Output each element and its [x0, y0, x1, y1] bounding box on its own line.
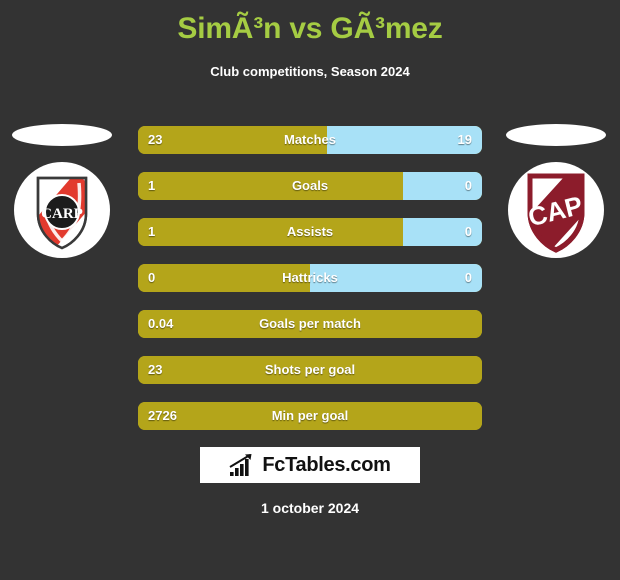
- away-team-crest: CAP: [506, 120, 606, 280]
- platense-crest-icon: CAP: [525, 173, 586, 253]
- svg-text:CARP: CARP: [41, 206, 83, 222]
- stat-row: 2726 Min per goal: [138, 402, 482, 430]
- away-value: 0: [464, 270, 472, 285]
- stat-row: 23 Matches 19: [138, 126, 482, 154]
- river-plate-crest-icon: CARP: [36, 176, 88, 250]
- home-team-crest: CARP: [12, 120, 112, 280]
- page-subtitle: Club competitions, Season 2024: [210, 64, 410, 79]
- fctables-brand-text: FcTables.com: [262, 453, 391, 476]
- away-value: 0: [464, 224, 472, 239]
- stat-row: 0.04 Goals per match: [138, 310, 482, 338]
- date-label: 1 october 2024: [260, 500, 360, 516]
- fctables-logo[interactable]: FcTables.com: [200, 447, 420, 483]
- page-title: SimÃ³n vs GÃ³mez: [177, 12, 443, 45]
- stat-row: 1 Goals 0: [138, 172, 482, 200]
- stat-label: Goals per match: [259, 316, 361, 331]
- away-value: 0: [464, 178, 472, 193]
- stats-comparison-card: SimÃ³n vs GÃ³mez Club competitions, Seas…: [0, 0, 620, 580]
- stat-label: Shots per goal: [264, 362, 356, 377]
- home-crest-highlight-ellipse: [12, 124, 112, 146]
- stat-label: Min per goal: [271, 408, 349, 423]
- stat-label: Matches: [283, 132, 337, 147]
- stat-label: Goals: [291, 178, 329, 193]
- home-crest-disc: CARP: [14, 162, 110, 258]
- away-crest-disc: CAP: [508, 162, 604, 258]
- bar-chart-icon: [229, 454, 252, 476]
- stat-row: 1 Assists 0: [138, 218, 482, 246]
- stat-row: 23 Shots per goal: [138, 356, 482, 384]
- stat-label: Hattricks: [282, 270, 338, 285]
- stat-row: 0 Hattricks 0: [138, 264, 482, 292]
- away-value: 19: [457, 132, 472, 147]
- stats-list: 23 Matches 19 1 Goals 0 1 Assists 0 0 Ha…: [138, 126, 482, 448]
- stat-label: Assists: [286, 224, 334, 239]
- away-crest-highlight-ellipse: [506, 124, 606, 146]
